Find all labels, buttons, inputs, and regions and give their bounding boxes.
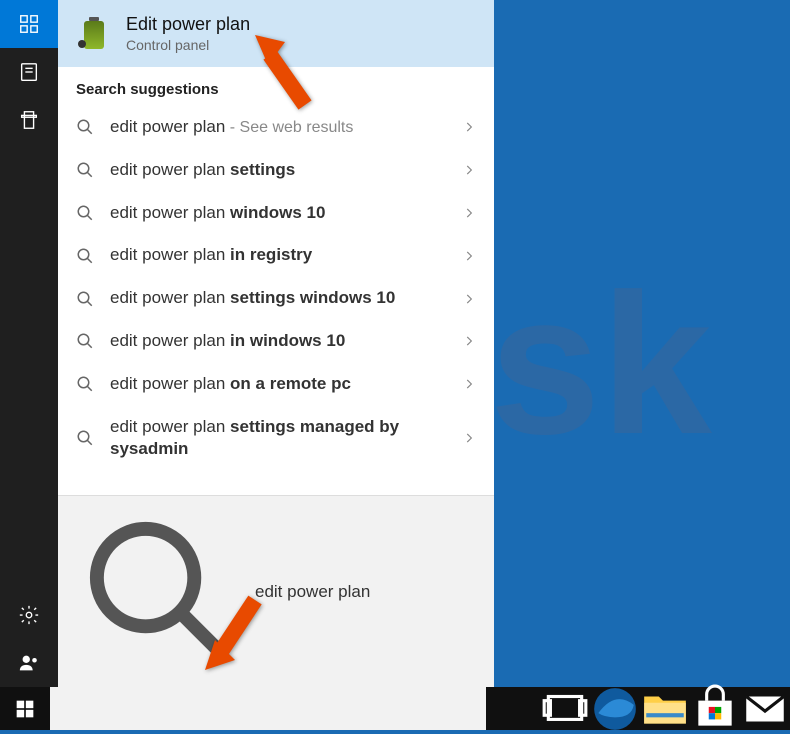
search-icon	[76, 508, 243, 675]
sidebar-feedback-icon[interactable]	[0, 639, 58, 687]
suggestion-text: edit power plan in windows 10	[110, 330, 446, 353]
chevron-right-icon[interactable]	[462, 249, 476, 263]
chevron-right-icon[interactable]	[462, 334, 476, 348]
suggestion-text: edit power plan settings	[110, 159, 446, 182]
taskbar	[0, 687, 790, 730]
suggestion-text: edit power plan settings windows 10	[110, 287, 446, 310]
suggestion-item[interactable]: edit power plan on a remote pc	[58, 363, 494, 406]
search-icon	[76, 375, 94, 393]
chevron-right-icon[interactable]	[462, 431, 476, 445]
chevron-right-icon[interactable]	[462, 163, 476, 177]
suggestion-text: edit power plan settings managed by sysa…	[110, 416, 446, 461]
power-plan-icon	[76, 16, 112, 52]
desktop-background[interactable]	[494, 0, 790, 687]
edge-browser-icon[interactable]	[590, 687, 640, 730]
suggestion-item[interactable]: edit power plan settings	[58, 149, 494, 192]
chevron-right-icon[interactable]	[462, 206, 476, 220]
sidebar-home-icon[interactable]	[0, 0, 58, 48]
search-sidebar	[0, 0, 58, 687]
sidebar-documents-icon[interactable]	[0, 96, 58, 144]
suggestion-text: edit power plan in registry	[110, 244, 446, 267]
suggestion-list: edit power plan - See web results edit p…	[58, 106, 494, 495]
suggestion-item[interactable]: edit power plan settings managed by sysa…	[58, 406, 494, 471]
search-icon	[76, 118, 94, 136]
suggestion-text: edit power plan windows 10	[110, 202, 446, 225]
suggestion-item[interactable]: edit power plan in registry	[58, 234, 494, 277]
best-match-item[interactable]: Edit power plan Control panel	[58, 0, 494, 67]
search-icon	[76, 247, 94, 265]
search-results-panel: Edit power plan Control panel Search sug…	[58, 0, 494, 687]
search-icon	[76, 332, 94, 350]
suggestion-text: edit power plan - See web results	[110, 116, 446, 139]
suggestion-item[interactable]: edit power plan windows 10	[58, 192, 494, 235]
chevron-right-icon[interactable]	[462, 292, 476, 306]
suggestion-item[interactable]: edit power plan - See web results	[58, 106, 494, 149]
taskbar-search-area[interactable]	[50, 687, 486, 730]
start-button[interactable]	[0, 687, 50, 730]
store-icon[interactable]	[690, 687, 740, 730]
suggestion-item[interactable]: edit power plan in windows 10	[58, 320, 494, 363]
search-icon	[76, 161, 94, 179]
best-match-subtitle: Control panel	[126, 37, 250, 53]
file-explorer-icon[interactable]	[640, 687, 690, 730]
best-match-title: Edit power plan	[126, 14, 250, 35]
sidebar-apps-icon[interactable]	[0, 48, 58, 96]
sidebar-settings-icon[interactable]	[0, 591, 58, 639]
search-input[interactable]	[255, 582, 476, 602]
search-icon	[76, 204, 94, 222]
search-box[interactable]	[58, 495, 494, 687]
suggestion-item[interactable]: edit power plan settings windows 10	[58, 277, 494, 320]
chevron-right-icon[interactable]	[462, 120, 476, 134]
task-view-icon[interactable]	[540, 687, 590, 730]
suggestion-text: edit power plan on a remote pc	[110, 373, 446, 396]
chevron-right-icon[interactable]	[462, 377, 476, 391]
mail-icon[interactable]	[740, 687, 790, 730]
suggestions-header: Search suggestions	[58, 67, 494, 106]
search-icon	[76, 290, 94, 308]
search-icon	[76, 429, 94, 447]
